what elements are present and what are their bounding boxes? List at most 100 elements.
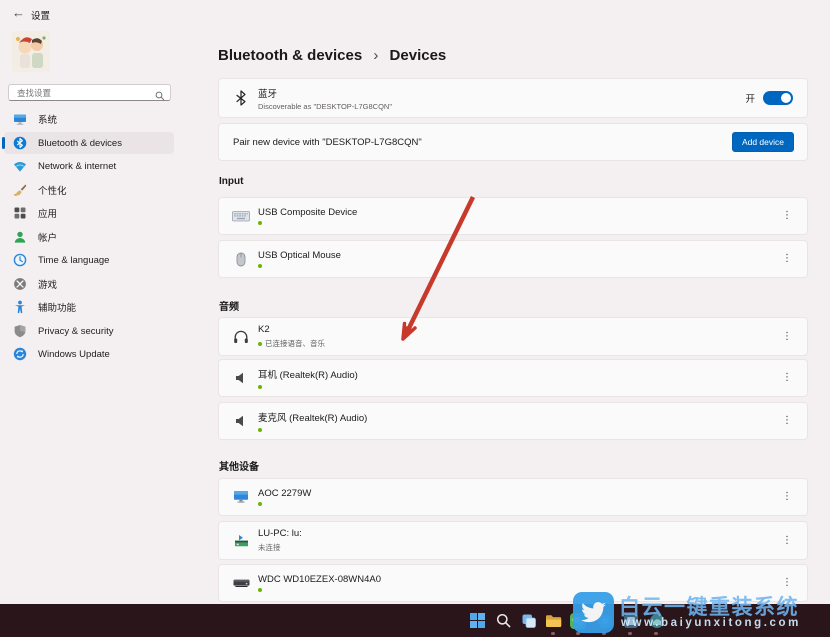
pair-device-card: Pair new device with "DESKTOP-L7G8CQN" A…	[218, 123, 808, 161]
wifi-icon	[13, 159, 27, 173]
device-row-microphone-realtek[interactable]: 麦克风 (Realtek(R) Audio) ⋮	[218, 402, 808, 440]
file-explorer-icon[interactable]	[545, 612, 562, 629]
more-options-icon[interactable]: ⋮	[782, 254, 792, 264]
person-icon	[13, 230, 27, 244]
pair-device-text: Pair new device with "DESKTOP-L7G8CQN"	[233, 137, 422, 148]
breadcrumb-separator-icon: ›	[373, 47, 378, 64]
media-device-icon	[232, 534, 250, 548]
avatar[interactable]	[12, 31, 50, 72]
mouse-icon	[232, 252, 250, 267]
search-input[interactable]	[9, 85, 155, 100]
settings-window: ← 设置 系统	[0, 0, 830, 604]
running-app-indicator	[654, 632, 658, 635]
device-name: LU-PC: lu:	[258, 528, 302, 539]
bluetooth-title: 蓝牙	[258, 86, 392, 100]
add-device-button[interactable]: Add device	[732, 132, 794, 152]
device-row-lu-pc[interactable]: LU-PC: lu: 未连接 ⋮	[218, 521, 808, 560]
keyboard-icon	[232, 211, 250, 222]
sidebar-item-system[interactable]: 系统	[4, 108, 174, 130]
device-row-usb-composite[interactable]: USB Composite Device ⋮	[218, 197, 808, 235]
task-view-icon[interactable]	[520, 612, 537, 629]
device-name: USB Optical Mouse	[258, 250, 341, 261]
sidebar-item-bluetooth-devices[interactable]: Bluetooth & devices	[4, 132, 174, 154]
breadcrumb-parent[interactable]: Bluetooth & devices	[218, 47, 362, 64]
more-options-icon[interactable]: ⋮	[782, 416, 792, 426]
device-status: 未连接	[258, 542, 302, 553]
sidebar-item-label: 系统	[38, 112, 57, 126]
breadcrumb-current: Devices	[390, 47, 447, 64]
toggle-state-label: 开	[745, 91, 755, 105]
section-title-input: Input	[219, 176, 243, 187]
sidebar-item-label: 应用	[38, 206, 57, 220]
clock-icon	[13, 253, 27, 267]
device-row-aoc-monitor[interactable]: AOC 2279W ⋮	[218, 478, 808, 516]
watermark-twitter-bird-icon	[573, 592, 614, 633]
device-name: 耳机 (Realtek(R) Audio)	[258, 367, 358, 381]
sidebar-item-privacy-security[interactable]: Privacy & security	[4, 320, 174, 342]
monitor-icon	[232, 490, 250, 504]
sidebar-item-label: 个性化	[38, 183, 67, 197]
speaker-icon	[232, 415, 250, 427]
section-title-other-devices: 其他设备	[219, 458, 259, 473]
bluetooth-card: 蓝牙 Discoverable as "DESKTOP-L7G8CQN" 开	[218, 78, 808, 118]
sidebar-item-personalization[interactable]: 个性化	[4, 179, 174, 201]
xbox-icon	[13, 277, 27, 291]
connected-status-dot	[258, 502, 262, 506]
more-options-icon[interactable]: ⋮	[782, 211, 792, 221]
sidebar-item-gaming[interactable]: 游戏	[4, 273, 174, 295]
section-title-audio: 音频	[219, 298, 239, 313]
speaker-icon	[232, 372, 250, 384]
connected-status-dot	[258, 221, 262, 225]
start-button-icon[interactable]	[469, 612, 486, 629]
headphones-icon	[232, 329, 250, 344]
sidebar-item-label: Network & internet	[38, 161, 116, 172]
device-status: 已连接语音、音乐	[265, 338, 325, 349]
sidebar-item-label: 游戏	[38, 277, 57, 291]
device-row-headphone-realtek[interactable]: 耳机 (Realtek(R) Audio) ⋮	[218, 359, 808, 397]
more-options-icon[interactable]: ⋮	[782, 373, 792, 383]
device-name: USB Composite Device	[258, 207, 357, 218]
sidebar-item-time-language[interactable]: Time & language	[4, 249, 174, 271]
device-name: WDC WD10EZEX-08WN4A0	[258, 574, 381, 585]
sidebar-item-label: Bluetooth & devices	[38, 138, 122, 149]
sidebar-item-accounts[interactable]: 帐户	[4, 226, 174, 248]
device-row-k2[interactable]: K2 已连接语音、音乐 ⋮	[218, 317, 808, 356]
more-options-icon[interactable]: ⋮	[782, 492, 792, 502]
sidebar-item-windows-update[interactable]: Windows Update	[4, 343, 174, 365]
selected-indicator	[2, 137, 5, 149]
connected-status-dot	[258, 385, 262, 389]
accessibility-icon	[13, 300, 27, 314]
bluetooth-subtitle: Discoverable as "DESKTOP-L7G8CQN"	[258, 102, 392, 111]
page-title: 设置	[31, 8, 50, 22]
device-name: 麦克风 (Realtek(R) Audio)	[258, 410, 367, 424]
breadcrumb: Bluetooth & devices › Devices	[218, 47, 446, 64]
running-app-indicator	[628, 632, 632, 635]
search-box	[8, 84, 171, 101]
connected-status-dot	[258, 588, 262, 592]
search-icon	[155, 88, 165, 106]
sidebar-item-accessibility[interactable]: 辅助功能	[4, 296, 174, 318]
update-icon	[13, 347, 27, 361]
sidebar-item-apps[interactable]: 应用	[4, 202, 174, 224]
more-options-icon[interactable]: ⋮	[782, 536, 792, 546]
taskbar-search-icon[interactable]	[495, 612, 512, 629]
connected-status-dot	[258, 428, 262, 432]
bluetooth-icon	[232, 90, 250, 106]
connected-status-dot	[258, 264, 262, 268]
toggle-knob	[781, 93, 791, 103]
more-options-icon[interactable]: ⋮	[782, 578, 792, 588]
connected-status-dot	[258, 342, 262, 346]
running-app-indicator	[551, 632, 555, 635]
bluetooth-toggle[interactable]	[763, 91, 793, 105]
sidebar-item-label: Windows Update	[38, 349, 110, 360]
sidebar-item-network[interactable]: Network & internet	[4, 155, 174, 177]
device-name: AOC 2279W	[258, 488, 311, 499]
more-options-icon[interactable]: ⋮	[782, 332, 792, 342]
shield-icon	[13, 324, 27, 338]
back-icon[interactable]: ←	[12, 5, 25, 20]
apps-grid-icon	[13, 206, 27, 220]
sidebar-item-label: 辅助功能	[38, 300, 76, 314]
hard-drive-icon	[232, 579, 250, 588]
device-row-usb-mouse[interactable]: USB Optical Mouse ⋮	[218, 240, 808, 278]
watermark-url-text: www.baiyunxitong.com	[621, 617, 801, 629]
